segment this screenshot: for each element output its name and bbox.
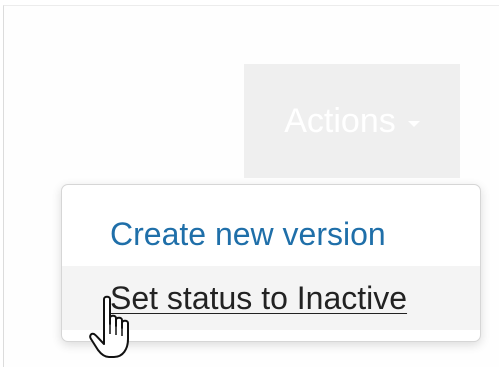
menu-item-label: Set status to Inactive	[110, 279, 408, 316]
menu-item-set-status-inactive[interactable]: Set status to Inactive	[62, 266, 480, 330]
actions-dropdown-menu: Create new version Set status to Inactiv…	[61, 184, 481, 342]
actions-button-label: Actions	[284, 101, 396, 140]
menu-item-label: Create new version	[110, 215, 386, 252]
menu-item-create-new-version[interactable]: Create new version	[62, 202, 480, 266]
caret-down-icon	[407, 121, 420, 127]
page-frame: Actions Create new version Set status to…	[3, 5, 499, 367]
actions-button[interactable]: Actions	[244, 64, 460, 178]
